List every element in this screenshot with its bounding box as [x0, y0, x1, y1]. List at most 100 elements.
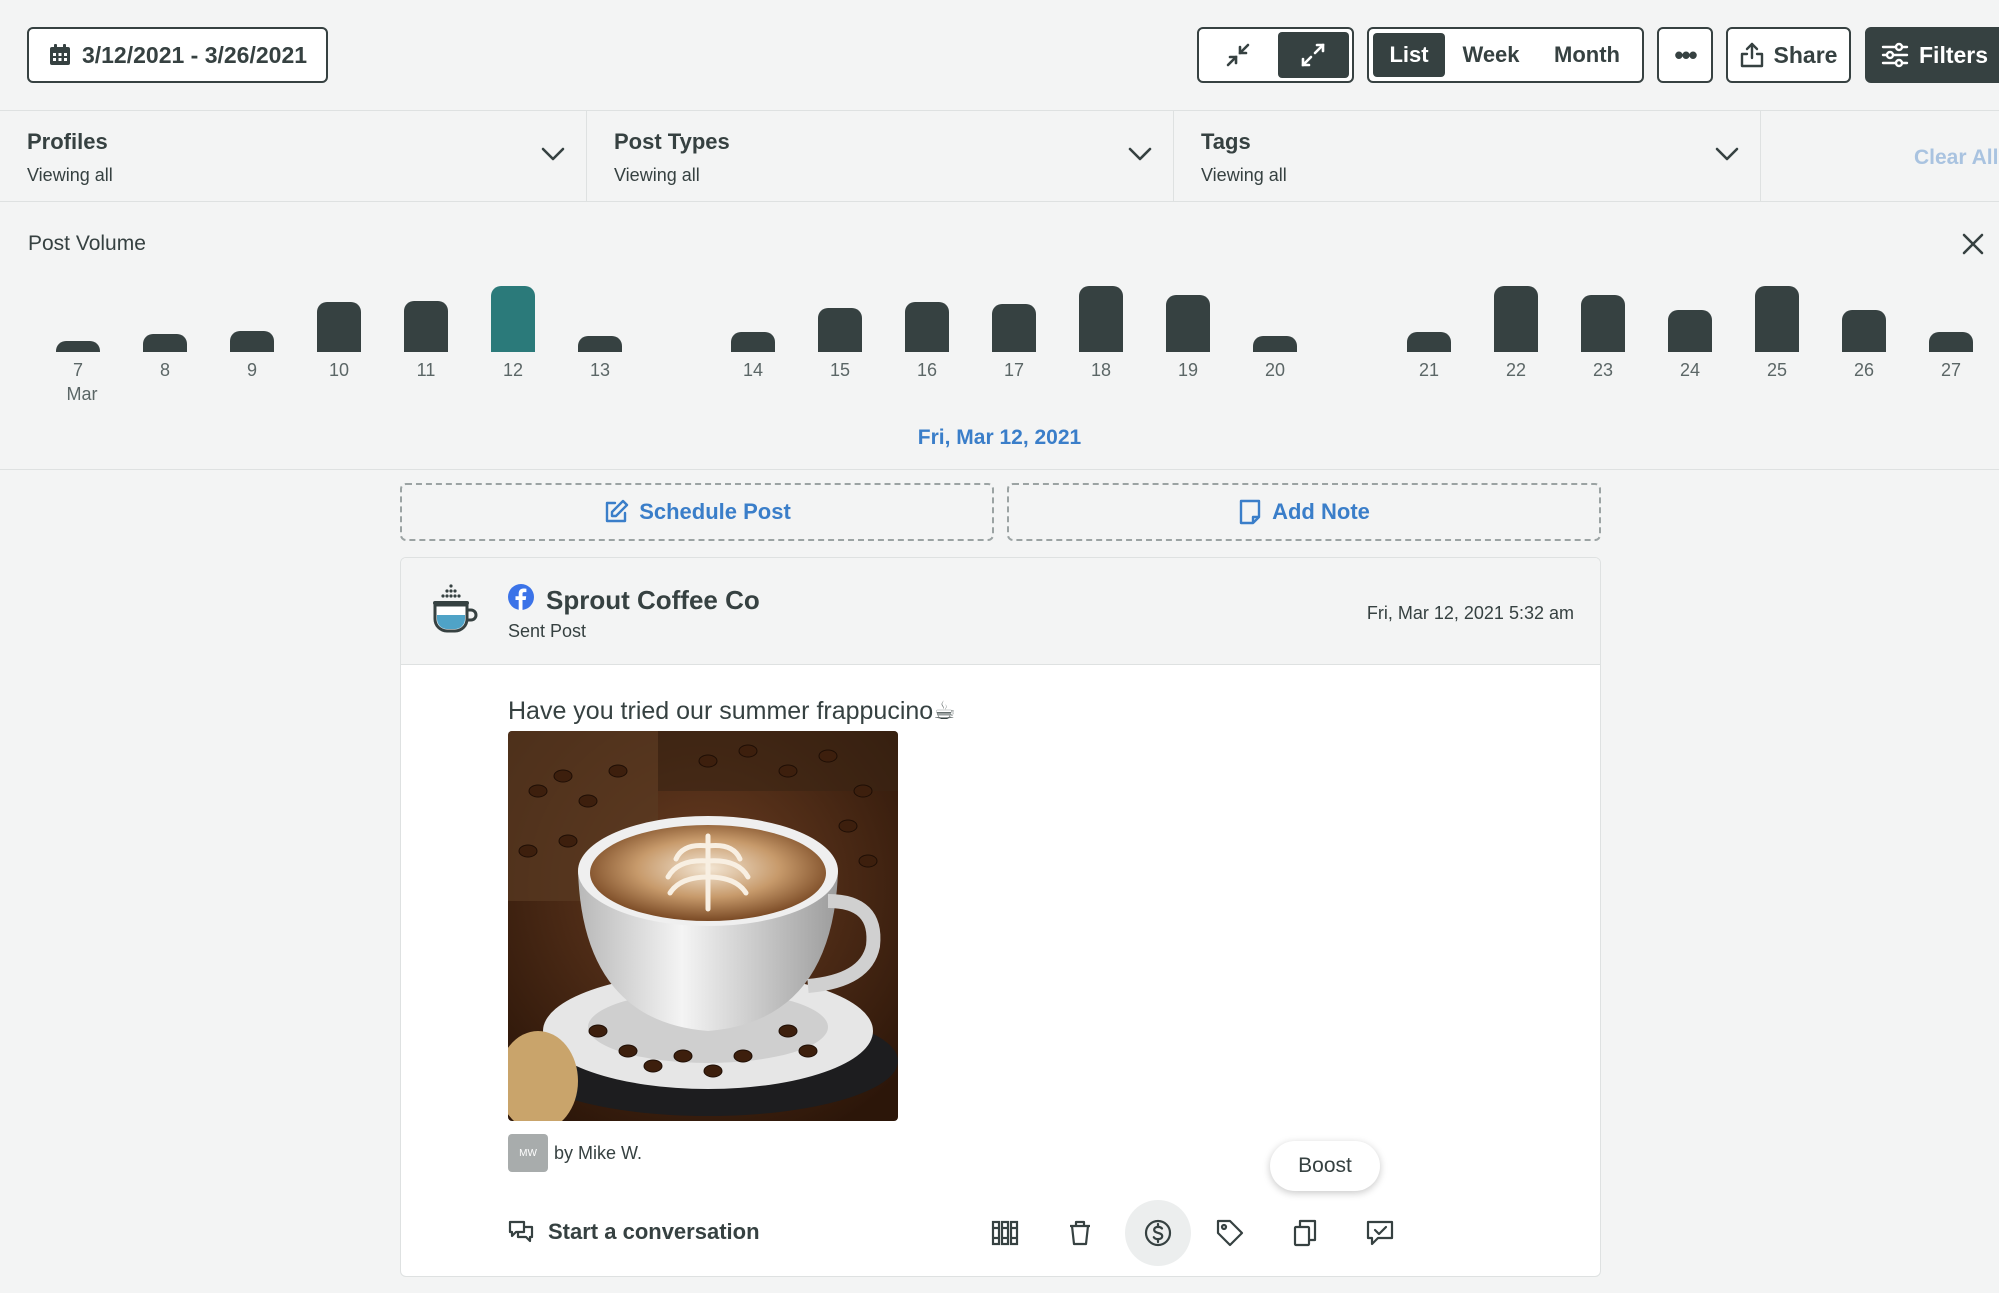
volume-bar[interactable]	[1494, 286, 1538, 352]
day-label: 27	[1940, 360, 1962, 380]
day-label: 16	[916, 360, 938, 380]
coffee-photo	[508, 731, 898, 1121]
start-conversation-label: Start a conversation	[548, 1219, 760, 1244]
day-label: 25	[1766, 360, 1788, 380]
library-button[interactable]	[982, 1210, 1028, 1256]
close-icon[interactable]	[1961, 232, 1985, 256]
day-label: 15	[829, 360, 851, 380]
volume-bar[interactable]	[230, 331, 274, 352]
filter-tags[interactable]: Tags Viewing all	[1174, 111, 1761, 201]
selected-date: Fri, Mar 12, 2021	[917, 426, 1082, 449]
add-note-label: Add Note	[1272, 499, 1370, 524]
share-button[interactable]: Share	[1726, 27, 1851, 83]
view-switcher: List Week Month	[1367, 27, 1644, 83]
schedule-post-label: Schedule Post	[639, 499, 791, 524]
volume-bar[interactable]	[1755, 286, 1799, 352]
expand-icon	[1301, 43, 1325, 67]
filter-profiles[interactable]: Profiles Viewing all	[0, 111, 587, 201]
volume-bar[interactable]	[1668, 310, 1712, 352]
dollar-icon	[1144, 1219, 1172, 1247]
boost-button[interactable]	[1125, 1200, 1191, 1266]
tab-list[interactable]: List	[1373, 33, 1445, 77]
volume-bar[interactable]	[1581, 295, 1625, 352]
collapse-icon	[1226, 43, 1250, 67]
day-label: 18	[1090, 360, 1112, 380]
date-range-button[interactable]: 3/12/2021 - 3/26/2021	[27, 27, 328, 83]
note-icon	[1239, 499, 1261, 525]
delete-button[interactable]	[1057, 1210, 1103, 1256]
volume-bar[interactable]	[731, 332, 775, 352]
chevron-down-icon	[1715, 147, 1739, 161]
day-label: 17	[1003, 360, 1025, 380]
post-text: Have you tried our summer frappucino☕	[508, 697, 956, 725]
filters-button[interactable]: Filters	[1865, 27, 1999, 83]
share-label: Share	[1773, 41, 1838, 68]
day-label: 19	[1177, 360, 1199, 380]
tag-button[interactable]	[1207, 1210, 1253, 1256]
tab-month[interactable]: Month	[1537, 33, 1637, 77]
volume-bar[interactable]	[992, 304, 1036, 352]
day-label: 21	[1418, 360, 1440, 380]
day-label: 26	[1853, 360, 1875, 380]
day-label: 22	[1505, 360, 1527, 380]
post-timestamp: Fri, Mar 12, 2021 5:32 am	[1366, 603, 1574, 623]
volume-bar[interactable]	[1166, 295, 1210, 352]
volume-bar[interactable]	[491, 286, 535, 352]
volume-bar[interactable]	[578, 336, 622, 352]
day-label: 23	[1592, 360, 1614, 380]
post-type-label: Sent Post	[508, 621, 587, 641]
facebook-icon	[508, 584, 534, 610]
library-icon	[991, 1220, 1019, 1246]
volume-bar[interactable]	[404, 301, 448, 352]
expand-button[interactable]	[1277, 32, 1349, 78]
message-check-icon	[1366, 1220, 1394, 1246]
filter-subtitle: Viewing all	[27, 165, 113, 185]
duplicate-button[interactable]	[1282, 1210, 1328, 1256]
boost-tooltip: Boost	[1270, 1141, 1380, 1191]
author-avatar: MW	[508, 1134, 548, 1172]
day-label: 12	[502, 360, 524, 380]
filter-title: Post Types	[614, 129, 730, 154]
more-options-button[interactable]: •••	[1657, 27, 1713, 83]
collapse-button[interactable]	[1202, 32, 1274, 78]
volume-bar[interactable]	[317, 302, 361, 352]
post-image[interactable]	[508, 731, 898, 1121]
volume-bar[interactable]	[56, 341, 100, 352]
post-volume-panel: Post Volume 7 8 9 10 11 12 13 14 15 16 17 18 19 20 21 2…	[0, 202, 1999, 470]
volume-bar[interactable]	[143, 334, 187, 352]
filter-post-types[interactable]: Post Types Viewing all	[587, 111, 1174, 201]
volume-bar[interactable]	[905, 302, 949, 352]
volume-bar[interactable]	[1842, 310, 1886, 352]
volume-bar[interactable]	[1929, 332, 1973, 352]
day-label: 13	[589, 360, 611, 380]
trash-icon	[1070, 1220, 1090, 1246]
post-volume-title: Post Volume	[28, 232, 146, 255]
tab-week[interactable]: Week	[1445, 33, 1537, 77]
filter-title: Tags	[1201, 129, 1251, 154]
profile-name[interactable]: Sprout Coffee Co	[546, 585, 760, 616]
chevron-down-icon	[1128, 147, 1152, 161]
clear-all-button[interactable]: Clear All	[1914, 146, 1998, 170]
filter-title: Profiles	[27, 129, 108, 154]
copy-icon	[1293, 1219, 1317, 1247]
volume-bar[interactable]	[1407, 332, 1451, 352]
start-conversation-button[interactable]: Start a conversation	[508, 1219, 760, 1245]
day-label: 7	[72, 360, 83, 380]
volume-bar[interactable]	[1079, 286, 1123, 352]
volume-bar[interactable]	[818, 308, 862, 352]
volume-bar[interactable]	[1253, 336, 1297, 352]
day-label: 8	[159, 360, 170, 380]
density-toggle	[1197, 27, 1354, 83]
day-label: 24	[1679, 360, 1701, 380]
filter-subtitle: Viewing all	[614, 165, 700, 185]
coffee-cup-icon	[433, 584, 478, 633]
approval-button[interactable]	[1357, 1210, 1403, 1256]
schedule-post-button[interactable]: Schedule Post	[400, 483, 994, 541]
add-note-button[interactable]: Add Note	[1007, 483, 1601, 541]
date-range-label: 3/12/2021 - 3/26/2021	[81, 41, 308, 68]
calendar-icon	[49, 44, 70, 65]
compose-icon	[606, 499, 629, 523]
author-label: by Mike W.	[554, 1143, 643, 1163]
sliders-icon	[1881, 42, 1909, 68]
day-label: 10	[328, 360, 350, 380]
